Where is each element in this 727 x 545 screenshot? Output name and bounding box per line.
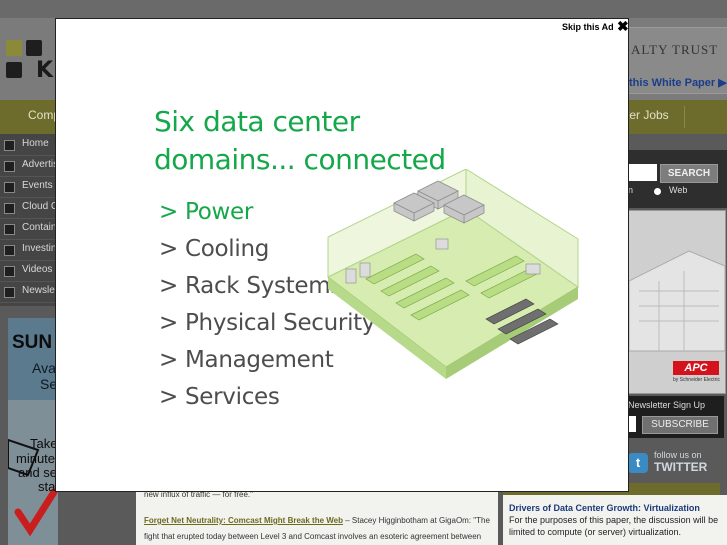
article-link[interactable]: Forget Net Neutrality: Comcast Might Bre… [144, 516, 343, 525]
right-box-text: For the purposes of this paper, the disc… [509, 515, 719, 525]
sidebar-item-cloud[interactable]: Cloud C [0, 197, 60, 219]
apc-logo: APC [673, 361, 719, 375]
twitter-line1: follow us on [654, 450, 702, 460]
ad-list-item-rack-systems: > Rack Systems [159, 273, 342, 299]
newsletter-label: Newsletter Sign Up [628, 400, 706, 410]
ad-list-item-services: > Services [159, 384, 280, 410]
search-input[interactable] [628, 164, 657, 181]
ad-line: Ava [32, 360, 56, 376]
bullet-icon [4, 182, 15, 193]
sidebar-item-newsletter[interactable]: Newslet [0, 281, 60, 303]
ad-brand: ALTY TRUST [631, 42, 719, 57]
ad-line: and se [18, 465, 58, 480]
ad-line: Take [30, 436, 58, 451]
search-button[interactable]: SEARCH [660, 164, 718, 183]
ad-line: sta [38, 479, 56, 494]
bullet-icon [4, 287, 15, 298]
white-paper-link[interactable]: this White Paper ▶ [629, 76, 727, 89]
top-banner-ad[interactable]: ALTY TRUST this White Paper ▶ [628, 27, 727, 94]
apc-ad[interactable]: APC by Schneider Electric [628, 210, 726, 394]
site-logo[interactable]: KN [6, 38, 71, 84]
subscribe-button[interactable]: SUBSCRIBE [642, 416, 718, 434]
article-text: fight that erupted today between Level 3… [144, 532, 482, 541]
twitter-follow[interactable]: t follow us on TWITTER [628, 449, 724, 479]
right-box-heading[interactable]: Drivers of Data Center Growth: Virtualiz… [509, 503, 700, 513]
nav-separator [684, 106, 685, 128]
bullet-icon [4, 266, 15, 277]
nav-item-jobs[interactable]: ter Jobs [626, 108, 669, 122]
web-radio[interactable] [654, 188, 661, 195]
newsletter-signup: Newsletter Sign Up SUBSCRIBE [628, 396, 724, 438]
bullet-icon [4, 161, 15, 172]
sidebar-item-home[interactable]: Home [0, 134, 60, 156]
bullet-icon [4, 203, 15, 214]
right-box-text: limited to compute (or server) virtualiz… [509, 527, 682, 537]
top-strip [0, 0, 727, 18]
article-byline: – Stacey Higginbotham at GigaOm: "The [343, 516, 490, 525]
ad-line: minute [16, 451, 56, 466]
apc-tagline: by Schneider Electric [673, 377, 720, 383]
sidebar-item-advertise[interactable]: Advertis [0, 155, 60, 177]
bullet-icon [4, 140, 15, 151]
ad-headline-line1: Six data center [154, 105, 360, 138]
interstitial-ad[interactable]: Skip this Ad ✖ Six data center domains..… [55, 18, 629, 492]
skip-ad-link[interactable]: Skip this Ad [562, 22, 614, 32]
twitter-icon: t [628, 453, 648, 473]
sidebar-item-videos[interactable]: Videos [0, 260, 60, 282]
twitter-line2: TWITTER [654, 460, 708, 474]
data-center-illustration-icon [327, 169, 579, 379]
newsletter-email-input[interactable] [628, 416, 636, 432]
article-entry: Forget Net Neutrality: Comcast Might Bre… [144, 516, 490, 525]
left-skyscraper-ad[interactable]: SUN Ava Se Take minute and se sta [8, 318, 58, 545]
left-sidebar-nav: Home Advertis Events Cloud C Contain Inv… [0, 134, 60, 306]
search-box: SEARCH n Web [628, 150, 727, 208]
ad-list-item-power: > Power [159, 199, 254, 225]
logo-square-icon [26, 40, 42, 56]
bullet-icon [4, 245, 15, 256]
close-icon[interactable]: ✖ [617, 19, 629, 33]
logo-square-icon [6, 40, 22, 56]
sidebar-item-containers[interactable]: Contain [0, 218, 60, 240]
logo-square-icon [6, 62, 22, 78]
ad-list-item-management: > Management [159, 347, 334, 373]
ad-list-item-cooling: > Cooling [159, 236, 270, 262]
bullet-icon [4, 224, 15, 235]
web-option-label: Web [669, 185, 688, 195]
sidebar-item-events[interactable]: Events [0, 176, 60, 198]
ad-brand: SUN [12, 332, 53, 353]
sidebar-item-investing[interactable]: Investin [0, 239, 60, 261]
right-box: Drivers of Data Center Growth: Virtualiz… [503, 495, 727, 545]
